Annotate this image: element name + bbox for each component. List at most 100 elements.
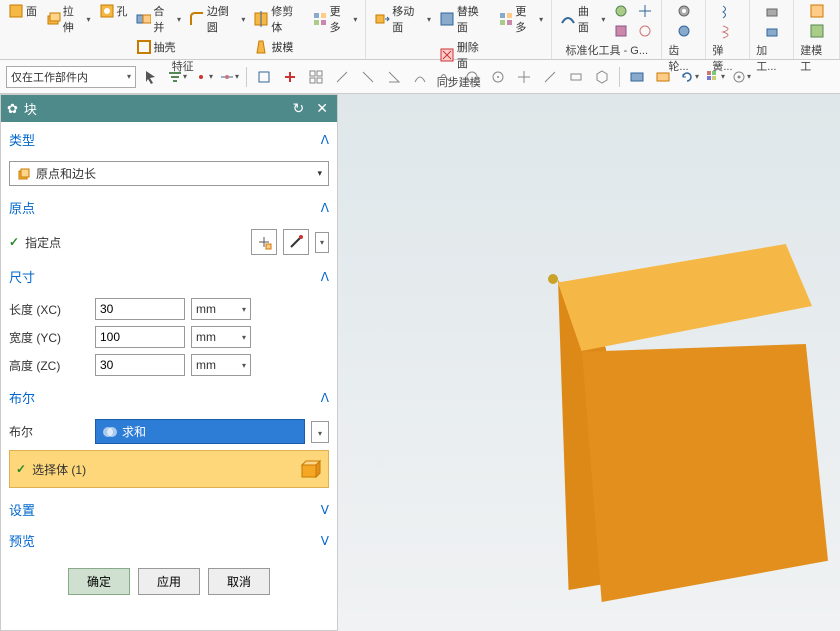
ribbon-item-hole[interactable]: 孔 bbox=[97, 2, 130, 20]
tool-icon bbox=[637, 23, 653, 39]
reset-button[interactable]: ↻ bbox=[290, 100, 308, 117]
scope-label: 仅在工作部件内 bbox=[11, 69, 88, 85]
length-unit[interactable]: mm▾ bbox=[191, 298, 251, 320]
section-dim-body: 长度 (XC) mm▾ 宽度 (YC) mm▾ 高度 (ZC) mm▾ bbox=[7, 294, 331, 380]
ribbon-item-combine[interactable]: 合并▾ bbox=[134, 2, 184, 36]
separator bbox=[246, 67, 247, 87]
ribbon-gear-2[interactable] bbox=[674, 22, 694, 40]
section-bool-header[interactable]: 布尔 ᐱ bbox=[7, 384, 331, 411]
ribbon-item-shell[interactable]: 抽壳 bbox=[134, 38, 184, 56]
ok-button[interactable]: 确定 bbox=[68, 568, 130, 595]
toolbar-btn-grid2[interactable]: ▾ bbox=[704, 66, 726, 88]
chevron-up-icon: ᐱ bbox=[321, 133, 329, 147]
toolbar-btn-4[interactable]: ▾ bbox=[218, 66, 240, 88]
ribbon-item-draft[interactable]: 拔模 bbox=[251, 38, 305, 56]
ribbon-item-extrude[interactable]: 拉伸▾ bbox=[43, 2, 93, 36]
ribbon-label: 孔 bbox=[117, 3, 128, 19]
section-label: 布尔 bbox=[9, 388, 35, 407]
ribbon-item-trim[interactable]: 修剪体 bbox=[251, 2, 305, 36]
ribbon-label: 合并 bbox=[153, 3, 175, 35]
width-unit[interactable]: mm▾ bbox=[191, 326, 251, 348]
ribbon-item-move-face[interactable]: 移动面▾ bbox=[372, 2, 433, 36]
gear-icon bbox=[676, 23, 692, 39]
height-unit[interactable]: mm▾ bbox=[191, 354, 251, 376]
ribbon-tool-2[interactable] bbox=[611, 22, 631, 40]
viewport[interactable] bbox=[338, 94, 840, 631]
toolbar-btn-line2[interactable] bbox=[357, 66, 379, 88]
toolbar-btn-line3[interactable] bbox=[539, 66, 561, 88]
mfg-icon bbox=[764, 3, 780, 19]
section-type-header[interactable]: 类型 ᐱ bbox=[7, 126, 331, 153]
toolbar-btn-view1[interactable] bbox=[626, 66, 648, 88]
toolbar-btn-circ2[interactable] bbox=[487, 66, 509, 88]
toolbar-btn-3[interactable]: ▾ bbox=[192, 66, 214, 88]
ribbon: 面 拉伸▾ 孔 合并▾ 抽壳 边倒圆▾ 修剪体 拔模 更多▾ 特征 移动面▾ 替… bbox=[0, 0, 840, 60]
select-body-row[interactable]: ✓ 选择体 (1) bbox=[9, 450, 329, 488]
ribbon-label: 面 bbox=[26, 3, 37, 19]
ribbon-spring-2[interactable] bbox=[718, 22, 738, 40]
specify-point-label: 指定点 bbox=[25, 234, 245, 251]
type-dropdown[interactable]: 原点和边长 ▾ bbox=[9, 161, 329, 186]
scope-combo[interactable]: 仅在工作部件内 ▾ bbox=[6, 66, 136, 88]
toolbar-btn-1[interactable] bbox=[140, 66, 162, 88]
close-button[interactable]: ✕ bbox=[313, 100, 331, 117]
tool-icon bbox=[637, 3, 653, 19]
chevron-down-icon[interactable]: ▾ bbox=[315, 232, 329, 253]
toolbar-btn-plus[interactable] bbox=[279, 66, 301, 88]
section-dim-header[interactable]: 尺寸 ᐱ bbox=[7, 263, 331, 290]
chevron-up-icon: ᐱ bbox=[321, 201, 329, 215]
curve-icon bbox=[412, 69, 428, 85]
section-bool-body: 布尔 求和 ▾ ✓ 选择体 (1) bbox=[7, 415, 331, 492]
bool-dropdown-button[interactable]: ▾ bbox=[311, 421, 329, 443]
ribbon-item-more[interactable]: 更多▾ bbox=[310, 2, 360, 36]
dialog-title: 块 bbox=[24, 99, 37, 118]
width-input[interactable] bbox=[95, 326, 185, 348]
toolbar-btn-grid[interactable] bbox=[305, 66, 327, 88]
toolbar-btn-circ1[interactable] bbox=[461, 66, 483, 88]
toolbar-btn-refresh[interactable]: ▾ bbox=[678, 66, 700, 88]
toolbar-btn-2[interactable]: ▾ bbox=[166, 66, 188, 88]
ribbon-tool-3[interactable] bbox=[635, 2, 655, 20]
ribbon-group-sync: 移动面▾ 替换面 删除面 更多▾ 同步建模 bbox=[366, 0, 552, 59]
toolbar-btn-line1[interactable] bbox=[331, 66, 353, 88]
toolbar-btn-rect2[interactable] bbox=[565, 66, 587, 88]
toolbar-btn-cross[interactable] bbox=[513, 66, 535, 88]
ribbon-item-face[interactable]: 面 bbox=[6, 2, 39, 20]
toolbar-btn-curve2[interactable] bbox=[435, 66, 457, 88]
cancel-button[interactable]: 取消 bbox=[208, 568, 270, 595]
ribbon-item-surface[interactable]: 曲面▾ bbox=[558, 2, 607, 36]
ribbon-mfg-2[interactable] bbox=[762, 22, 782, 40]
toolbar-btn-opt[interactable]: ▾ bbox=[730, 66, 752, 88]
toolbar-btn-view2[interactable] bbox=[652, 66, 674, 88]
apply-button[interactable]: 应用 bbox=[138, 568, 200, 595]
ribbon-label: 拔模 bbox=[271, 39, 293, 55]
length-input[interactable] bbox=[95, 298, 185, 320]
point-inferred-button[interactable] bbox=[283, 229, 309, 255]
face-icon bbox=[8, 3, 24, 19]
section-settings-header[interactable]: 设置 ᐯ bbox=[7, 496, 331, 523]
ribbon-gear-1[interactable] bbox=[674, 2, 694, 20]
ribbon-item-replace-face[interactable]: 替换面 bbox=[437, 2, 492, 36]
ribbon-tool-1[interactable] bbox=[611, 2, 631, 20]
bool-select[interactable]: 求和 bbox=[95, 419, 305, 444]
ribbon-model-2[interactable] bbox=[807, 22, 827, 40]
toolbar-btn-angle[interactable] bbox=[383, 66, 405, 88]
toolbar-btn-curve1[interactable] bbox=[409, 66, 431, 88]
section-label: 尺寸 bbox=[9, 267, 35, 286]
section-origin-header[interactable]: 原点 ᐱ bbox=[7, 194, 331, 221]
toolbar-btn-rect[interactable] bbox=[253, 66, 275, 88]
chevron-down-icon: ▾ bbox=[427, 15, 431, 24]
ribbon-spring-1[interactable] bbox=[718, 2, 738, 20]
ribbon-item-edge-blend[interactable]: 边倒圆▾ bbox=[187, 2, 247, 36]
section-preview-header[interactable]: 预览 ᐯ bbox=[7, 527, 331, 554]
height-input[interactable] bbox=[95, 354, 185, 376]
ribbon-tool-4[interactable] bbox=[635, 22, 655, 40]
toolbar-btn-hex[interactable] bbox=[591, 66, 613, 88]
preview-block[interactable] bbox=[558, 244, 828, 544]
point-constructor-button[interactable] bbox=[251, 229, 277, 255]
chevron-down-icon: ▾ bbox=[209, 72, 213, 81]
tool-icon bbox=[613, 23, 629, 39]
ribbon-model-1[interactable] bbox=[807, 2, 827, 20]
ribbon-mfg-1[interactable] bbox=[762, 2, 782, 20]
ribbon-item-more-sync[interactable]: 更多▾ bbox=[496, 2, 546, 36]
